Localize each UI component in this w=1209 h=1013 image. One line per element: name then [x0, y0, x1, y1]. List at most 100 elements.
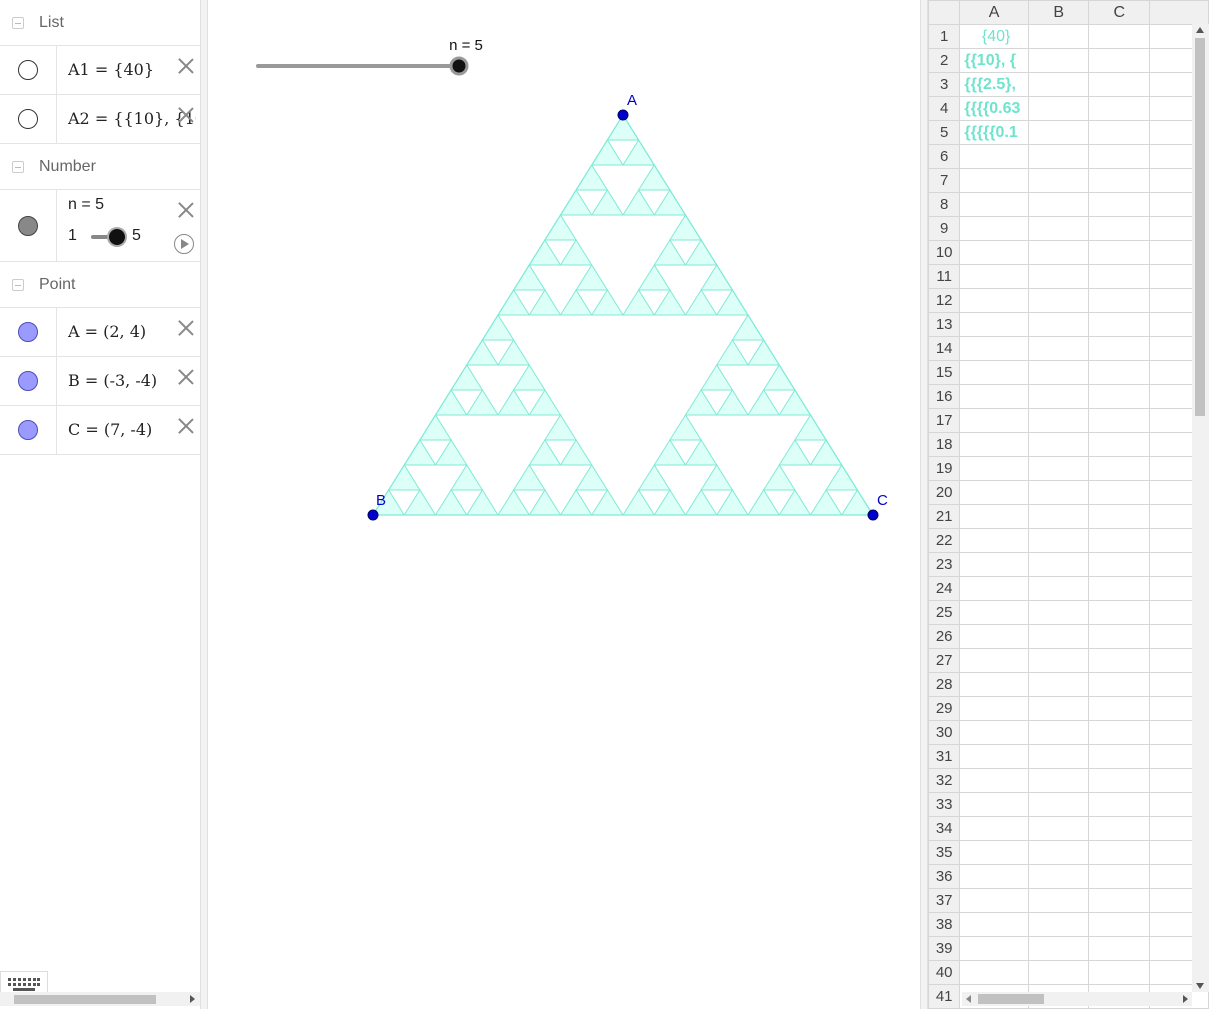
delete-icon[interactable]	[176, 56, 196, 76]
sheet-cell[interactable]	[1088, 264, 1151, 289]
sheet-cell[interactable]	[959, 912, 1029, 937]
algebra-item-a1[interactable]: A1 = {40}	[0, 46, 200, 95]
sheet-cell[interactable]: {{{{0.63	[959, 96, 1029, 121]
sheet-cell[interactable]	[1027, 480, 1090, 505]
sheet-cell[interactable]	[1027, 168, 1090, 193]
sheet-cell[interactable]	[1027, 288, 1090, 313]
sheet-cell[interactable]	[1027, 744, 1090, 769]
row-header[interactable]: 4	[928, 96, 961, 121]
delete-icon[interactable]	[176, 105, 196, 125]
sheet-cell[interactable]	[959, 768, 1029, 793]
row-header[interactable]: 38	[928, 912, 961, 937]
sheet-cell[interactable]	[959, 576, 1029, 601]
row-header[interactable]: 15	[928, 360, 961, 385]
point-c[interactable]	[867, 509, 879, 521]
scroll-right-icon[interactable]	[1183, 995, 1188, 1003]
sheet-cell[interactable]	[1027, 408, 1090, 433]
sheet-cell[interactable]	[959, 456, 1029, 481]
sheet-cell[interactable]	[959, 384, 1029, 409]
sheet-cell[interactable]	[1027, 768, 1090, 793]
sheet-cell[interactable]	[1088, 864, 1151, 889]
sheet-cell[interactable]	[1088, 432, 1151, 457]
sheet-cell[interactable]	[1027, 240, 1090, 265]
panel-divider[interactable]	[920, 0, 928, 1009]
sheet-cell[interactable]	[959, 624, 1029, 649]
sheet-cell[interactable]	[1088, 624, 1151, 649]
sheet-cell[interactable]: {40}	[959, 24, 1029, 49]
sheet-cell[interactable]	[959, 960, 1029, 985]
graphics-canvas[interactable]: n = 5 A B C	[208, 0, 920, 1009]
spreadsheet-view[interactable]: A B C 1 {40} 2 {{10}, {3 {{{2.5}, 4 {{{{0.63 5{…	[928, 0, 1209, 1009]
sheet-cell[interactable]	[1027, 624, 1090, 649]
sheet-cell[interactable]	[1088, 216, 1151, 241]
sheet-cell[interactable]	[1088, 912, 1151, 937]
row-header[interactable]: 32	[928, 768, 961, 793]
sheet-cell[interactable]	[1027, 48, 1090, 73]
sheet-cell[interactable]	[1088, 576, 1151, 601]
row-header[interactable]: 23	[928, 552, 961, 577]
sheet-cell[interactable]: {{10}, {	[959, 48, 1029, 73]
sheet-cell[interactable]	[1027, 120, 1090, 145]
sheet-cell[interactable]	[959, 336, 1029, 361]
sheet-cell[interactable]	[959, 432, 1029, 457]
row-header[interactable]: 8	[928, 192, 961, 217]
sheet-cell[interactable]	[1088, 528, 1151, 553]
sheet-cell[interactable]	[959, 936, 1029, 961]
point-b[interactable]	[367, 509, 379, 521]
sheet-cell[interactable]	[1027, 576, 1090, 601]
row-header[interactable]: 28	[928, 672, 961, 697]
sheet-cell[interactable]	[1088, 288, 1151, 313]
sheet-cell[interactable]	[1027, 936, 1090, 961]
sheet-cell[interactable]	[1088, 48, 1151, 73]
sheet-cell[interactable]	[1027, 264, 1090, 289]
sheet-cell[interactable]	[959, 792, 1029, 817]
algebra-slider[interactable]: 1 5	[68, 226, 188, 248]
sheet-cell[interactable]	[959, 720, 1029, 745]
scroll-right-icon[interactable]	[190, 995, 195, 1003]
sheet-cell[interactable]	[1027, 912, 1090, 937]
algebra-item-n[interactable]: n = 5 1 5	[0, 190, 200, 262]
sheet-cell[interactable]	[959, 480, 1029, 505]
sheet-cell[interactable]	[959, 600, 1029, 625]
algebra-item-point-c[interactable]: C = (7, -4)	[0, 406, 200, 455]
sheet-cell[interactable]	[959, 552, 1029, 577]
sheet-cell[interactable]	[1088, 144, 1151, 169]
sheet-cell[interactable]	[1088, 504, 1151, 529]
algebra-item-point-a[interactable]: A = (2, 4)	[0, 308, 200, 357]
sheet-cell[interactable]	[959, 264, 1029, 289]
sheet-cell[interactable]	[1027, 192, 1090, 217]
sheet-cell[interactable]	[959, 816, 1029, 841]
sheet-cell[interactable]	[1088, 72, 1151, 97]
sheet-cell[interactable]	[959, 240, 1029, 265]
sheet-cell[interactable]	[1088, 600, 1151, 625]
sheet-cell[interactable]	[1027, 864, 1090, 889]
scrollbar-thumb[interactable]	[1195, 38, 1205, 416]
sheet-cell[interactable]	[1088, 312, 1151, 337]
sheet-cell[interactable]	[959, 312, 1029, 337]
point-a[interactable]	[617, 109, 629, 121]
sheet-cell[interactable]	[959, 144, 1029, 169]
column-header-d[interactable]	[1149, 0, 1209, 25]
slider-knob[interactable]	[109, 229, 125, 245]
row-header[interactable]: 31	[928, 744, 961, 769]
sheet-cell[interactable]	[959, 840, 1029, 865]
sheet-cell[interactable]	[1027, 456, 1090, 481]
sheet-cell[interactable]	[1088, 792, 1151, 817]
spreadsheet-vertical-scrollbar[interactable]	[1192, 24, 1209, 992]
sheet-cell[interactable]	[959, 504, 1029, 529]
row-header[interactable]: 5	[928, 120, 961, 145]
visibility-toggle-icon[interactable]	[18, 420, 38, 440]
sheet-cell[interactable]	[1088, 816, 1151, 841]
sheet-cell[interactable]	[1027, 720, 1090, 745]
delete-icon[interactable]	[176, 318, 196, 338]
sheet-cell[interactable]: {{{2.5},	[959, 72, 1029, 97]
collapse-icon[interactable]	[12, 160, 24, 173]
sheet-cell[interactable]	[1088, 408, 1151, 433]
sheet-cell[interactable]	[1027, 672, 1090, 697]
row-header[interactable]: 25	[928, 600, 961, 625]
play-animation-icon[interactable]	[174, 234, 194, 254]
row-header[interactable]: 10	[928, 240, 961, 265]
row-header[interactable]: 34	[928, 816, 961, 841]
row-header[interactable]: 2	[928, 48, 961, 73]
scrollbar-thumb[interactable]	[14, 995, 156, 1004]
